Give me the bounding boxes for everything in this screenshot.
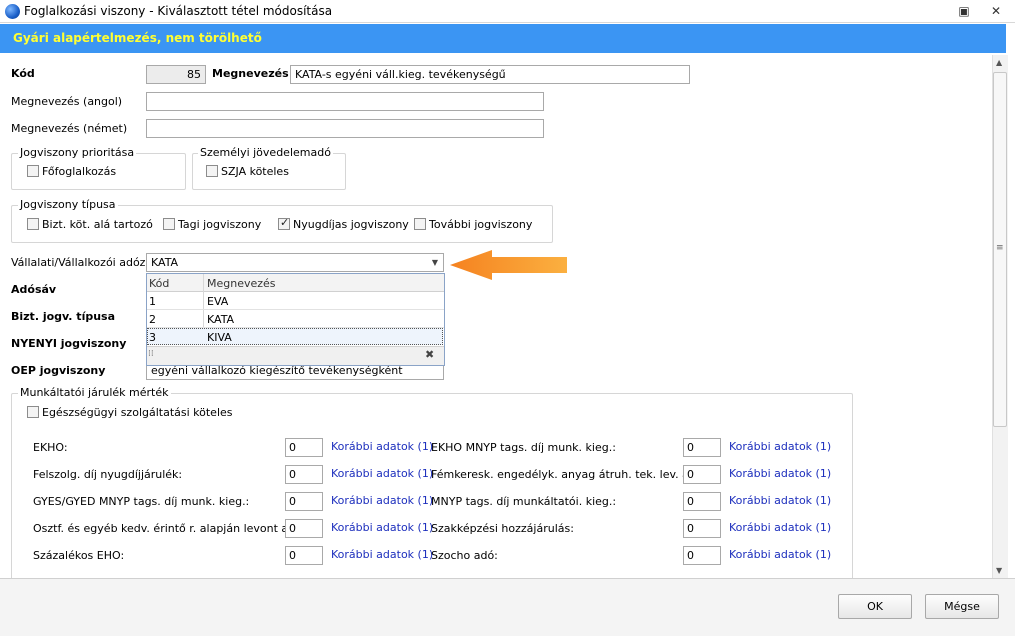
- ekho-label: EKHO:: [33, 441, 68, 454]
- nyugdijas-label: Nyugdíjas jogviszony: [293, 218, 409, 231]
- megnevezes-field[interactable]: KATA-s egyéni váll.kieg. tevékenységű: [290, 65, 690, 84]
- mnyp-history-link[interactable]: Korábbi adatok (1): [729, 494, 831, 507]
- egeszseg-label: Egészségügyi szolgáltatási köteles: [42, 406, 233, 419]
- gyes-label: GYES/GYED MNYP tags. díj munk. kieg.:: [33, 495, 250, 508]
- nyenyi-label: NYENYI jogviszony: [11, 337, 127, 350]
- szja-group-title: Személyi jövedelemadó: [198, 146, 333, 159]
- dropdown-row[interactable]: [147, 292, 444, 310]
- dropdown-row-kod: 2: [149, 313, 156, 326]
- szocho-history-link[interactable]: Korábbi adatok (1): [729, 548, 831, 561]
- adosav-label: Adósáv: [11, 283, 57, 296]
- femkeresk-input[interactable]: 0: [683, 465, 721, 484]
- adozas-combobox[interactable]: KATA: [146, 253, 444, 272]
- tagi-checkbox[interactable]: [163, 218, 175, 230]
- adozas-label: Vállalati/Vállalkozói adózás: [11, 256, 158, 269]
- dropdown-row-selected[interactable]: [147, 328, 443, 345]
- scroll-up-icon[interactable]: ▲: [996, 58, 1002, 67]
- ekho-mnyp-history-link[interactable]: Korábbi adatok (1): [729, 440, 831, 453]
- szazalekos-eho-label: Százalékos EHO:: [33, 549, 125, 562]
- banner-text: Gyári alapértelmezés, nem törölhető: [13, 31, 262, 45]
- szocho-input[interactable]: 0: [683, 546, 721, 565]
- megnevezes-nemet-field[interactable]: [146, 119, 544, 138]
- restore-icon[interactable]: ▣: [955, 3, 973, 19]
- arrow-pointer-icon: [450, 250, 567, 280]
- megnevezes-angol-field[interactable]: [146, 92, 544, 111]
- ekho-mnyp-input[interactable]: 0: [683, 438, 721, 457]
- szja-label: SZJA köteles: [221, 165, 289, 178]
- megnevezes-nemet-label: Megnevezés (német): [11, 122, 128, 135]
- oep-label: OEP jogviszony: [11, 364, 106, 377]
- window-title: Foglalkozási viszony - Kiválasztott téte…: [24, 4, 333, 18]
- chevron-down-icon[interactable]: ▼: [427, 254, 443, 271]
- mnyp-input[interactable]: 0: [683, 492, 721, 511]
- felszolg-input[interactable]: 0: [285, 465, 323, 484]
- app-icon: [5, 4, 20, 19]
- szazalekos-eho-input[interactable]: 0: [285, 546, 323, 565]
- gyes-input[interactable]: 0: [285, 492, 323, 511]
- szja-checkbox[interactable]: [206, 165, 218, 177]
- szakkepzesi-history-link[interactable]: Korábbi adatok (1): [729, 521, 831, 534]
- femkeresk-label: Fémkeresk. engedélyk. anyag átruh. tek. …: [431, 468, 707, 481]
- szakkepzesi-label: Szakképzési hozzájárulás:: [431, 522, 574, 535]
- tovabbi-checkbox[interactable]: [414, 218, 426, 230]
- nyugdijas-checkbox[interactable]: [278, 216, 290, 230]
- dropdown-row-megnevezes: KATA: [207, 313, 235, 326]
- szazalekos-eho-history-link[interactable]: Korábbi adatok (1): [331, 548, 433, 561]
- mnyp-label: MNYP tags. díj munkáltatói. kieg.:: [431, 495, 617, 508]
- jarulek-group-title: Munkáltatói járulék mérték: [18, 386, 171, 399]
- ok-button[interactable]: OK: [838, 594, 912, 619]
- szakkepzesi-input[interactable]: 0: [683, 519, 721, 538]
- szocho-label: Szocho adó:: [431, 549, 498, 562]
- grip-icon: ≡: [996, 243, 1004, 253]
- dropdown-footer: [147, 346, 444, 365]
- megnevezes-label: Megnevezés: [212, 67, 289, 80]
- resize-grip-icon[interactable]: ⁞⁞: [148, 349, 154, 359]
- ekho-mnyp-label: EKHO MNYP tags. díj munk. kieg.:: [431, 441, 616, 454]
- gyes-history-link[interactable]: Korábbi adatok (1): [331, 494, 433, 507]
- dropdown-header: [147, 274, 444, 292]
- dropdown-row-kod: 3: [149, 331, 156, 344]
- tipus-group-title: Jogviszony típusa: [18, 198, 118, 211]
- dropdown-col-kod[interactable]: Kód: [149, 277, 169, 290]
- megnevezes-angol-label: Megnevezés (angol): [11, 95, 123, 108]
- fofoglalkozas-checkbox[interactable]: [27, 165, 39, 177]
- ekho-history-link[interactable]: Korábbi adatok (1): [331, 440, 433, 453]
- dropdown-row[interactable]: [147, 310, 444, 328]
- fofoglalkozas-label: Főfoglalkozás: [42, 165, 117, 178]
- cancel-button[interactable]: Mégse: [925, 594, 999, 619]
- femkeresk-history-link[interactable]: Korábbi adatok (1): [729, 467, 831, 480]
- dropdown-col-megnevezes[interactable]: Megnevezés: [207, 277, 276, 290]
- close-icon[interactable]: ✕: [987, 3, 1005, 19]
- osztf-history-link[interactable]: Korábbi adatok (1): [331, 521, 433, 534]
- kod-label: Kód: [11, 67, 35, 80]
- egeszseg-checkbox[interactable]: [27, 406, 39, 418]
- kod-field: 85: [146, 65, 206, 84]
- felszolg-label: Felszolg. díj nyugdíjjárulék:: [33, 468, 183, 481]
- tagi-label: Tagi jogviszony: [178, 218, 262, 231]
- close-dropdown-icon[interactable]: ✖: [425, 348, 434, 361]
- ekho-input[interactable]: 0: [285, 438, 323, 457]
- dropdown-row-megnevezes: EVA: [207, 295, 229, 308]
- osztf-label: Osztf. és egyéb kedv. érintő r. alapján …: [33, 522, 306, 535]
- dropdown-row-megnevezes: KIVA: [207, 331, 232, 344]
- bizt-jogv-label: Bizt. jogv. típusa: [11, 310, 116, 323]
- bizt-kot-checkbox[interactable]: [27, 218, 39, 230]
- scroll-down-icon[interactable]: ▼: [996, 566, 1002, 575]
- tovabbi-label: További jogviszony: [429, 218, 533, 231]
- prioritas-group-title: Jogviszony prioritása: [18, 146, 137, 159]
- bizt-kot-label: Bizt. köt. alá tartozó: [42, 218, 153, 231]
- osztf-input[interactable]: 0: [285, 519, 323, 538]
- dropdown-row-kod: 1: [149, 295, 156, 308]
- felszolg-history-link[interactable]: Korábbi adatok (1): [331, 467, 433, 480]
